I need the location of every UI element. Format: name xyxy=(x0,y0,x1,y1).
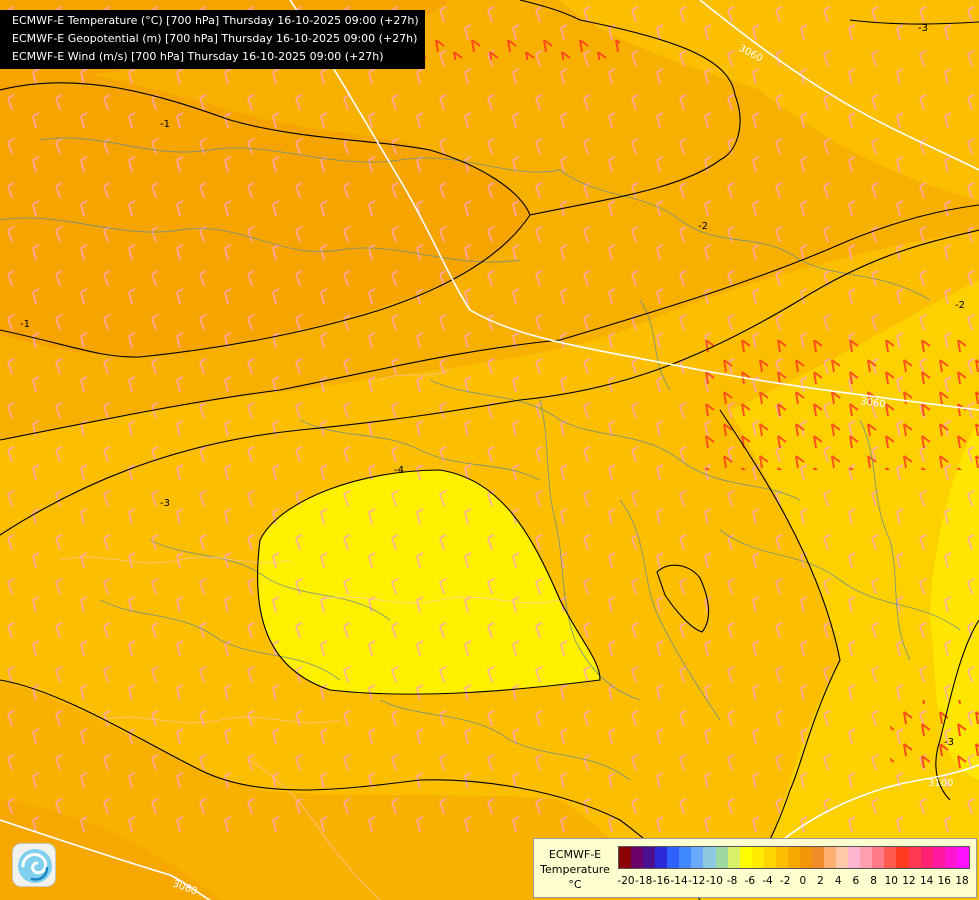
legend-swatch xyxy=(956,847,969,868)
legend-tick-label: -2 xyxy=(779,875,791,887)
title-geopotential: ECMWF-E Geopotential (m) [700 hPa] Thurs… xyxy=(12,32,418,45)
legend-swatch xyxy=(751,847,764,868)
legend-tick-label: 2 xyxy=(817,875,824,887)
legend-tick-label: -20 xyxy=(617,875,635,887)
wind-barbs-strong-southeast xyxy=(890,700,979,770)
legend-tick-label: 8 xyxy=(870,875,877,887)
legend-tick-label: 4 xyxy=(834,875,842,887)
legend-swatch xyxy=(775,847,788,868)
legend-ticks: -20 -18 -16 -14 -12 -10 -8 -6 -4 -2 0 2 4 6 8 10 12 14 16 1… xyxy=(617,875,970,889)
isoline-label-temp: -2 xyxy=(955,300,965,311)
isoline-label-temp: -3 xyxy=(944,737,954,748)
legend-swatch xyxy=(836,847,849,868)
isoline-label-temp: -2 xyxy=(698,221,708,232)
legend-swatch xyxy=(643,847,656,868)
legend-title-unit: °C xyxy=(568,878,582,891)
legend-tick-label: 10 xyxy=(884,875,898,887)
legend-swatch xyxy=(884,847,897,868)
legend-swatch xyxy=(848,847,861,868)
legend-tick-label: 6 xyxy=(852,875,860,887)
title-temperature: ECMWF-E Temperature (°C) [700 hPa] Thurs… xyxy=(12,14,419,27)
weather-map: -1 -1 -2 -2 -3 -3 -3 -4 3060 3060 3060 3… xyxy=(0,0,979,900)
legend-tick-label: -8 xyxy=(726,875,738,887)
legend-tick-label: -10 xyxy=(705,875,723,887)
legend-title: ECMWF-E Temperature °C xyxy=(536,847,614,892)
isoline-label-temp: -1 xyxy=(160,119,170,130)
legend-title-variable: Temperature xyxy=(540,863,610,876)
legend-tick-label: -16 xyxy=(652,875,670,887)
legend-swatch xyxy=(896,847,909,868)
legend-swatch xyxy=(824,847,837,868)
isoline-label-geopotential: 3100 xyxy=(928,778,953,789)
legend-swatch xyxy=(860,847,873,868)
legend-swatch xyxy=(787,847,800,868)
legend-swatch xyxy=(655,847,668,868)
legend-tick-label: -6 xyxy=(744,875,756,887)
legend-title-model: ECMWF-E xyxy=(548,848,602,861)
temperature-legend: ECMWF-E Temperature °C -20 -18 -16 -14 -12 -1… xyxy=(533,838,977,898)
legend-swatch xyxy=(631,847,644,868)
legend-swatch xyxy=(920,847,933,868)
legend-swatch xyxy=(691,847,704,868)
legend-swatch xyxy=(667,847,680,868)
legend-tick-label: 14 xyxy=(919,875,934,887)
legend-swatch xyxy=(727,847,740,868)
isoline-label-temp: -3 xyxy=(160,498,170,509)
legend-tick-label: 0 xyxy=(799,875,807,887)
legend-swatch xyxy=(872,847,885,868)
legend-tick-label: 18 xyxy=(955,875,969,887)
legend-swatch xyxy=(715,847,728,868)
legend-tick-label: 12 xyxy=(902,875,916,887)
isoline-label-temp: -4 xyxy=(394,465,404,476)
legend-swatch xyxy=(763,847,776,868)
legend-tick-label: -14 xyxy=(670,875,688,887)
ecmwf-logo xyxy=(12,843,56,887)
ecmwf-swirl-icon xyxy=(18,849,52,883)
title-wind: ECMWF-E Wind (m/s) [700 hPa] Thursday 16… xyxy=(12,50,384,63)
legend-swatch xyxy=(932,847,945,868)
legend-swatch xyxy=(703,847,716,868)
legend-swatch xyxy=(944,847,957,868)
legend-tick-label: 16 xyxy=(937,875,951,887)
legend-swatch xyxy=(679,847,692,868)
map-title-box: ECMWF-E Temperature (°C) [700 hPa] Thurs… xyxy=(0,10,425,69)
legend-swatch xyxy=(908,847,921,868)
isoline-label-temp: -3 xyxy=(918,23,928,34)
legend-tick-label: -12 xyxy=(688,875,706,887)
legend-swatch xyxy=(799,847,812,868)
legend-tick-label: -4 xyxy=(762,875,773,887)
legend-swatch xyxy=(739,847,752,868)
legend-tick-label: -18 xyxy=(635,875,653,887)
legend-swatch xyxy=(812,847,825,868)
legend-color-bar xyxy=(618,846,970,869)
isoline-label-temp: -1 xyxy=(20,319,30,330)
legend-swatch xyxy=(619,847,632,868)
